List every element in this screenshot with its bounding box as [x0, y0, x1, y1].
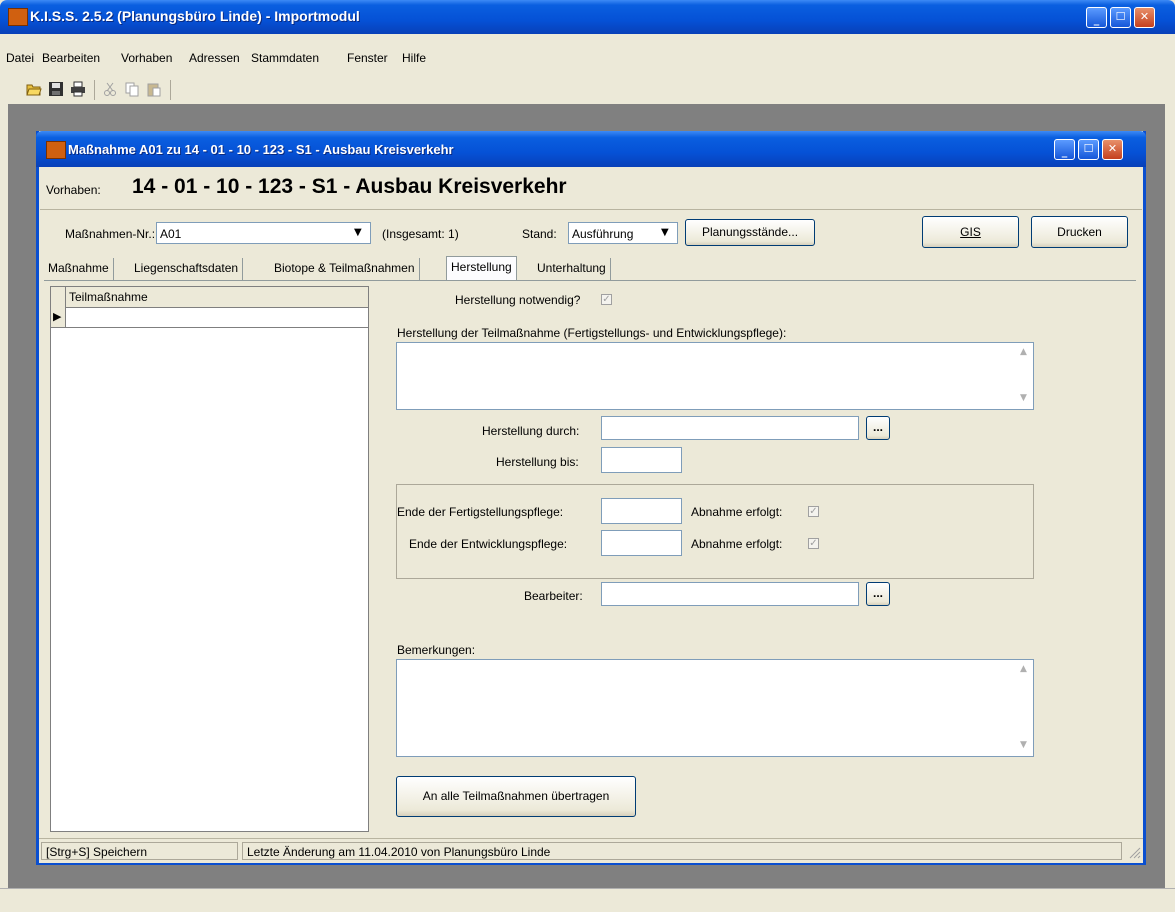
insgesamt-text: (Insgesamt: 1) [382, 227, 459, 241]
menu-stammdaten[interactable]: Stammdaten [251, 51, 319, 65]
app-titlebar: K.I.S.S. 2.5.2 (Planungsbüro Linde) - Im… [0, 0, 1175, 34]
status-left-text: [Strg+S] Speichern [46, 845, 148, 859]
cut-icon[interactable] [102, 81, 118, 97]
tab-liegenschaftsdaten[interactable]: Liegenschaftsdaten [130, 258, 244, 280]
save-icon[interactable] [48, 81, 64, 97]
minimize-button[interactable]: _ [1086, 7, 1107, 28]
menu-bearbeiten[interactable]: Bearbeiten [42, 51, 100, 65]
table-row[interactable]: ▶ [51, 307, 368, 328]
herstellung-bis-label: Herstellung bis: [496, 455, 579, 469]
paste-icon[interactable] [146, 81, 162, 97]
scroll-up-icon[interactable]: ▲ [1016, 345, 1031, 360]
toolbar-separator-2 [170, 80, 171, 100]
ende-entwicklung-label: Ende der Entwicklungspflege: [409, 537, 568, 551]
tab-massnahme[interactable]: Maßnahme [44, 258, 114, 280]
app-bottom-bar [0, 888, 1175, 912]
pflege-groupbox [396, 484, 1034, 579]
herstellung-bis-field[interactable] [601, 447, 682, 473]
row-marker-icon: ▶ [53, 310, 62, 323]
vorhaben-value: 14 - 01 - 10 - 123 - S1 - Ausbau Kreisve… [132, 175, 567, 198]
status-panel-right: Letzte Änderung am 11.04.2010 von Planun… [242, 842, 1122, 860]
ende-fertigstellung-field[interactable] [601, 498, 682, 524]
abnahme-checkbox-1[interactable]: ✓ [808, 506, 819, 517]
row-indicator: ▶ [51, 307, 66, 327]
status-right-text: Letzte Änderung am 11.04.2010 von Planun… [247, 845, 551, 859]
print-icon[interactable] [70, 81, 86, 97]
column-header-teilmassnahme[interactable]: Teilmaßnahme [69, 290, 148, 304]
open-icon[interactable] [26, 81, 42, 97]
menu-adressen[interactable]: Adressen [189, 51, 240, 65]
abnahme-label-1: Abnahme erfolgt: [691, 505, 783, 519]
close-button[interactable]: ✕ [1134, 7, 1155, 28]
herstellung-teilmassnahme-textarea[interactable]: ▲ ▼ [396, 342, 1034, 410]
menu-hilfe[interactable]: Hilfe [402, 51, 426, 65]
grid-corner [51, 287, 66, 307]
app-title: K.I.S.S. 2.5.2 (Planungsbüro Linde) - Im… [30, 8, 360, 24]
massnahmen-nr-value: A01 [160, 227, 182, 241]
toolbar [0, 74, 1175, 104]
window-title: Maßnahme A01 zu 14 - 01 - 10 - 123 - S1 … [68, 142, 454, 157]
abnahme-label-2: Abnahme erfolgt: [691, 537, 783, 551]
herstellung-notwendig-label: Herstellung notwendig? [455, 293, 581, 307]
an-alle-teilmassnahmen-uebertragen-button[interactable]: An alle Teilmaßnahmen übertragen [396, 776, 636, 817]
menu-bar: Datei Bearbeiten Vorhaben Adressen Stamm… [0, 34, 1175, 74]
vorhaben-header: Vorhaben: 14 - 01 - 10 - 123 - S1 - Ausb… [40, 167, 1142, 210]
status-bar: [Strg+S] Speichern Letzte Änderung am 11… [39, 838, 1143, 863]
menu-vorhaben[interactable]: Vorhaben [121, 51, 172, 65]
window-icon [46, 141, 66, 159]
copy-icon[interactable] [124, 81, 140, 97]
stand-label: Stand: [522, 227, 557, 241]
ende-fertigstellung-label: Ende der Fertigstellungspflege: [397, 505, 564, 519]
tab-biotope[interactable]: Biotope & Teilmaßnahmen [270, 258, 420, 280]
menu-fenster[interactable]: Fenster [347, 51, 388, 65]
status-panel-left: [Strg+S] Speichern [41, 842, 238, 860]
bemerkungen-scroll-up-icon[interactable]: ▲ [1016, 662, 1031, 677]
gis-button[interactable]: GIS [922, 216, 1019, 248]
massnahmen-nr-label: Maßnahmen-Nr.: [65, 227, 156, 241]
bearbeiter-ellipsis-button[interactable]: ... [866, 582, 890, 606]
abnahme-checkbox-2[interactable]: ✓ [808, 538, 819, 549]
chevron-down-icon[interactable]: ▼ [354, 227, 362, 238]
window-minimize-button[interactable]: _ [1054, 139, 1075, 160]
resize-grip-icon[interactable] [1127, 845, 1141, 859]
herstellung-teilmassnahme-label: Herstellung der Teilmaßnahme (Fertigstel… [397, 326, 787, 340]
bearbeiter-label: Bearbeiter: [524, 589, 583, 603]
stand-select[interactable]: Ausführung ▼ [568, 222, 678, 244]
app-icon [8, 8, 28, 26]
maximize-button[interactable]: ☐ [1110, 7, 1131, 28]
bemerkungen-scroll-down-icon[interactable]: ▼ [1016, 738, 1031, 753]
bemerkungen-textarea[interactable]: ▲ ▼ [396, 659, 1034, 757]
window-close-button[interactable]: ✕ [1102, 139, 1123, 160]
tab-unterhaltung[interactable]: Unterhaltung [533, 258, 611, 280]
bearbeiter-field[interactable] [601, 582, 859, 606]
stand-chevron-down-icon[interactable]: ▼ [661, 227, 669, 238]
ende-entwicklung-field[interactable] [601, 530, 682, 556]
window-maximize-button[interactable]: ☐ [1078, 139, 1099, 160]
stand-value: Ausführung [572, 227, 634, 241]
vorhaben-label: Vorhaben: [46, 183, 101, 197]
menu-datei[interactable]: Datei [6, 51, 34, 65]
drucken-button[interactable]: Drucken [1031, 216, 1128, 248]
massnahme-titlebar: Maßnahme A01 zu 14 - 01 - 10 - 123 - S1 … [36, 131, 1146, 167]
tab-herstellung[interactable]: Herstellung [446, 256, 517, 280]
massnahmen-nr-select[interactable]: A01 ▼ [156, 222, 371, 244]
toolbar-separator [94, 80, 95, 100]
planungsstaende-button[interactable]: Planungsstände... [685, 219, 815, 246]
herstellung-durch-label: Herstellung durch: [482, 424, 580, 438]
grid-header: Teilmaßnahme [51, 287, 368, 308]
herstellung-notwendig-checkbox[interactable]: ✓ [601, 294, 612, 305]
bemerkungen-label: Bemerkungen: [397, 643, 476, 657]
herstellung-durch-field[interactable] [601, 416, 859, 440]
teilmassnahme-grid[interactable]: Teilmaßnahme ▶ [50, 286, 369, 832]
scroll-down-icon[interactable]: ▼ [1016, 391, 1031, 406]
herstellung-durch-ellipsis-button[interactable]: ... [866, 416, 890, 440]
